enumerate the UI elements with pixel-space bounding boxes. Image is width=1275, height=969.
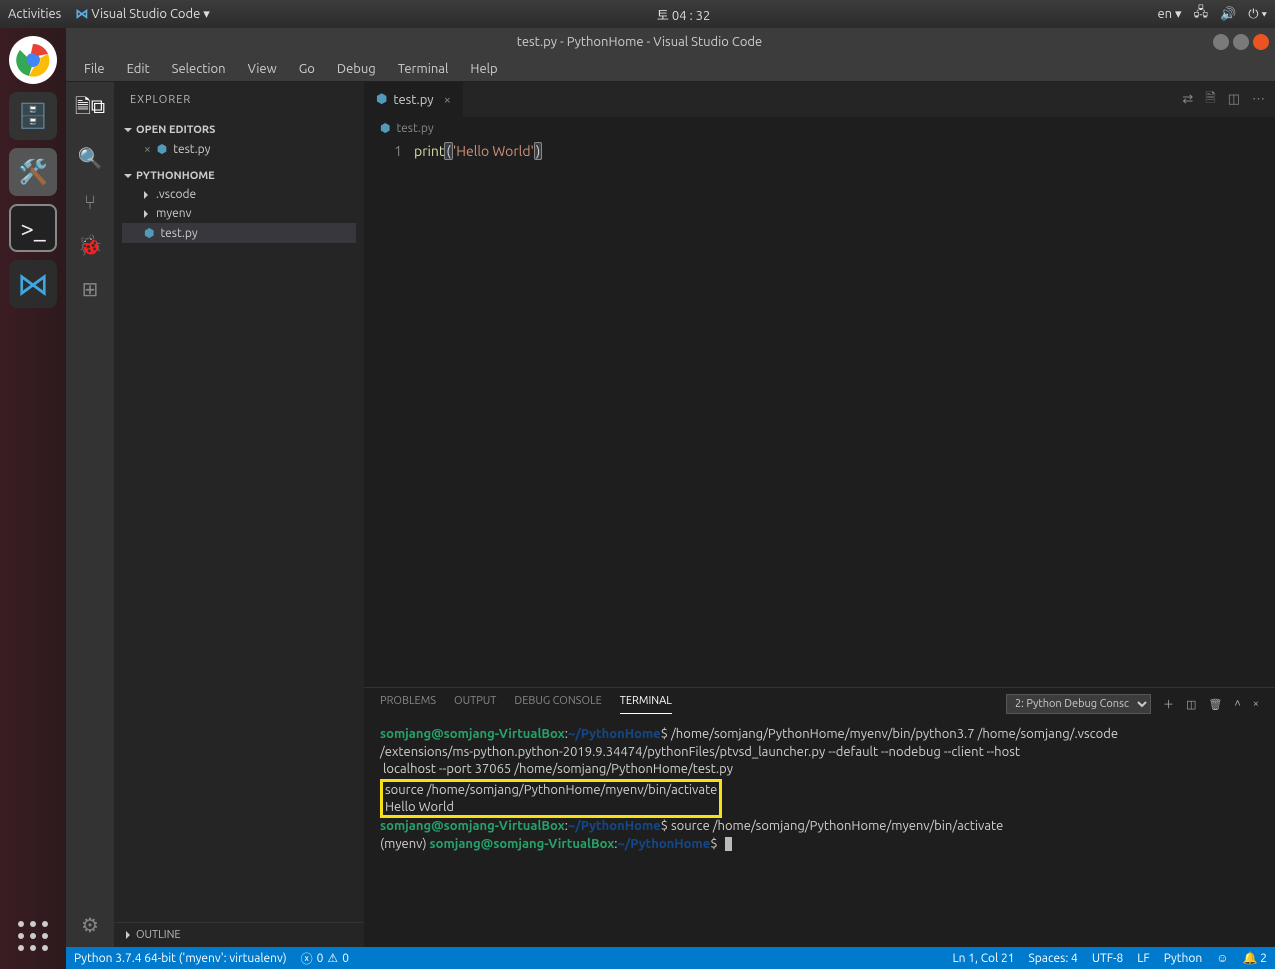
status-eol[interactable]: LF (1137, 952, 1149, 965)
python-file-icon: ⬢ (376, 92, 387, 107)
volume-icon[interactable]: 🔊 (1220, 7, 1236, 22)
explorer-sidebar: EXPLORER OPEN EDITORS × ⬢test.py PYTHONHO… (114, 82, 364, 947)
folder-vscode[interactable]: .vscode (122, 185, 356, 204)
gnome-top-bar: Activities ⋈ Visual Studio Code ▾ 토 04 :… (0, 0, 1275, 28)
menu-go[interactable]: Go (289, 60, 325, 78)
activity-search-icon[interactable]: 🔍 (78, 146, 103, 170)
status-feedback-icon[interactable]: ☺ (1216, 951, 1228, 965)
compare-icon[interactable]: ⇄ (1182, 92, 1193, 107)
activity-scm-icon[interactable]: ⑂ (84, 190, 96, 213)
file-test-py[interactable]: ⬢test.py (122, 223, 356, 243)
ubuntu-dock: 🗄️ 🛠️ >_ ⋈ (0, 28, 66, 969)
network-icon[interactable]: 🖧 (1194, 3, 1209, 25)
open-editor-item[interactable]: ×⬢test.py (122, 139, 356, 159)
activity-explorer-icon[interactable]: 🗎⧉ (75, 92, 105, 126)
title-bar: test.py - PythonHome - Visual Studio Cod… (66, 28, 1275, 56)
dock-apps-grid[interactable] (18, 921, 48, 951)
editor-area: ⬢ test.py × ⇄ 🗎 ◫ ⋯ ⬢ test.py (364, 82, 1275, 947)
status-encoding[interactable]: UTF-8 (1092, 952, 1123, 965)
outline-header[interactable]: OUTLINE (114, 923, 364, 947)
new-terminal-icon[interactable]: ＋ (1163, 696, 1174, 712)
dock-vscode[interactable]: ⋈ (9, 260, 57, 308)
open-editors-header[interactable]: OPEN EDITORS (122, 121, 356, 139)
cursor-block: _ (725, 837, 731, 851)
code-token-fn: print (414, 143, 444, 159)
menu-selection[interactable]: Selection (162, 60, 236, 78)
menu-help[interactable]: Help (460, 60, 507, 78)
vscode-logo-icon: ⋈ (75, 7, 88, 21)
panel-close-icon[interactable]: × (1253, 698, 1259, 710)
activity-bar: 🗎⧉ 🔍 ⑂ 🐞 ⊞ ⚙ (66, 82, 114, 947)
python-file-icon: ⬢ (157, 142, 167, 156)
menu-terminal[interactable]: Terminal (388, 60, 459, 78)
code-editor[interactable]: 1 print('Hello World') (364, 139, 1275, 687)
panel-tab-output[interactable]: OUTPUT (454, 695, 496, 713)
folder-myenv[interactable]: myenv (122, 204, 356, 223)
code-token-string: 'Hello World' (453, 143, 534, 159)
terminal-selector[interactable]: 2: Python Debug Consc (1006, 694, 1151, 714)
split-terminal-icon[interactable]: ◫ (1186, 698, 1196, 711)
menu-view[interactable]: View (238, 60, 287, 78)
status-bell-icon[interactable]: 🔔 2 (1243, 951, 1267, 965)
dock-chrome[interactable] (9, 36, 57, 84)
status-cursor[interactable]: Ln 1, Col 21 (953, 952, 1015, 965)
menu-bar: File Edit Selection View Go Debug Termin… (66, 56, 1275, 82)
panel-tab-debug-console[interactable]: DEBUG CONSOLE (514, 695, 601, 713)
window-close[interactable] (1253, 34, 1269, 50)
dock-settings[interactable]: 🛠️ (9, 148, 57, 196)
vscode-window: test.py - PythonHome - Visual Studio Cod… (66, 28, 1275, 969)
input-lang[interactable]: en ▾ (1157, 7, 1181, 22)
tab-close-icon[interactable]: × (444, 93, 451, 107)
more-icon[interactable]: ⋯ (1252, 92, 1265, 107)
window-title: test.py - PythonHome - Visual Studio Cod… (66, 35, 1213, 49)
status-problems[interactable]: ⓧ 0 ⚠ 0 (301, 950, 349, 967)
code-token-paren-close: ) (534, 142, 542, 160)
new-file-icon[interactable]: 🗎 (1205, 89, 1215, 111)
power-icon[interactable]: ⏻ ▾ (1248, 7, 1267, 22)
status-python[interactable]: Python 3.7.4 64-bit ('myenv': virtualenv… (74, 952, 287, 965)
dock-files[interactable]: 🗄️ (9, 92, 57, 140)
chevron-up-icon[interactable]: ˄ (1234, 698, 1240, 710)
explorer-title: EXPLORER (114, 82, 364, 117)
activities-button[interactable]: Activities (8, 7, 61, 21)
tabs-row: ⬢ test.py × ⇄ 🗎 ◫ ⋯ (364, 82, 1275, 117)
activity-extensions-icon[interactable]: ⊞ (82, 277, 99, 301)
panel-tab-problems[interactable]: PROBLEMS (380, 695, 436, 713)
breadcrumb[interactable]: ⬢ test.py (364, 117, 1275, 139)
status-spaces[interactable]: Spaces: 4 (1029, 952, 1078, 965)
panel: PROBLEMS OUTPUT DEBUG CONSOLE TERMINAL 2… (364, 687, 1275, 947)
clock[interactable]: 토 04 : 32 (210, 5, 1158, 24)
trash-icon[interactable]: 🗑 (1208, 698, 1222, 711)
app-menu[interactable]: ⋈ Visual Studio Code ▾ (75, 7, 210, 22)
window-maximize[interactable] (1233, 34, 1249, 50)
workspace-header[interactable]: PYTHONHOME (122, 167, 356, 185)
panel-tab-terminal[interactable]: TERMINAL (620, 695, 672, 714)
dock-terminal[interactable]: >_ (9, 204, 57, 252)
panel-tabs: PROBLEMS OUTPUT DEBUG CONSOLE TERMINAL 2… (364, 688, 1275, 720)
menu-debug[interactable]: Debug (327, 60, 386, 78)
python-file-icon: ⬢ (144, 226, 154, 240)
tab-test-py[interactable]: ⬢ test.py × (364, 82, 464, 117)
close-icon[interactable]: × (144, 143, 151, 156)
code-token-paren-open: ( (444, 142, 452, 160)
split-editor-icon[interactable]: ◫ (1228, 92, 1240, 107)
status-bar: Python 3.7.4 64-bit ('myenv': virtualenv… (66, 947, 1275, 969)
menu-edit[interactable]: Edit (117, 60, 160, 78)
status-lang[interactable]: Python (1164, 952, 1203, 965)
activity-debug-icon[interactable]: 🐞 (78, 233, 103, 257)
window-minimize[interactable] (1213, 34, 1229, 50)
menu-file[interactable]: File (74, 60, 115, 78)
activity-settings-icon[interactable]: ⚙ (81, 913, 99, 937)
python-file-icon: ⬢ (380, 121, 390, 135)
highlighted-output: source /home/somjang/PythonHome/myenv/bi… (380, 779, 722, 818)
terminal-output[interactable]: somjang@somjang-VirtualBox:~/PythonHome$… (364, 720, 1275, 947)
line-number: 1 (364, 139, 414, 687)
